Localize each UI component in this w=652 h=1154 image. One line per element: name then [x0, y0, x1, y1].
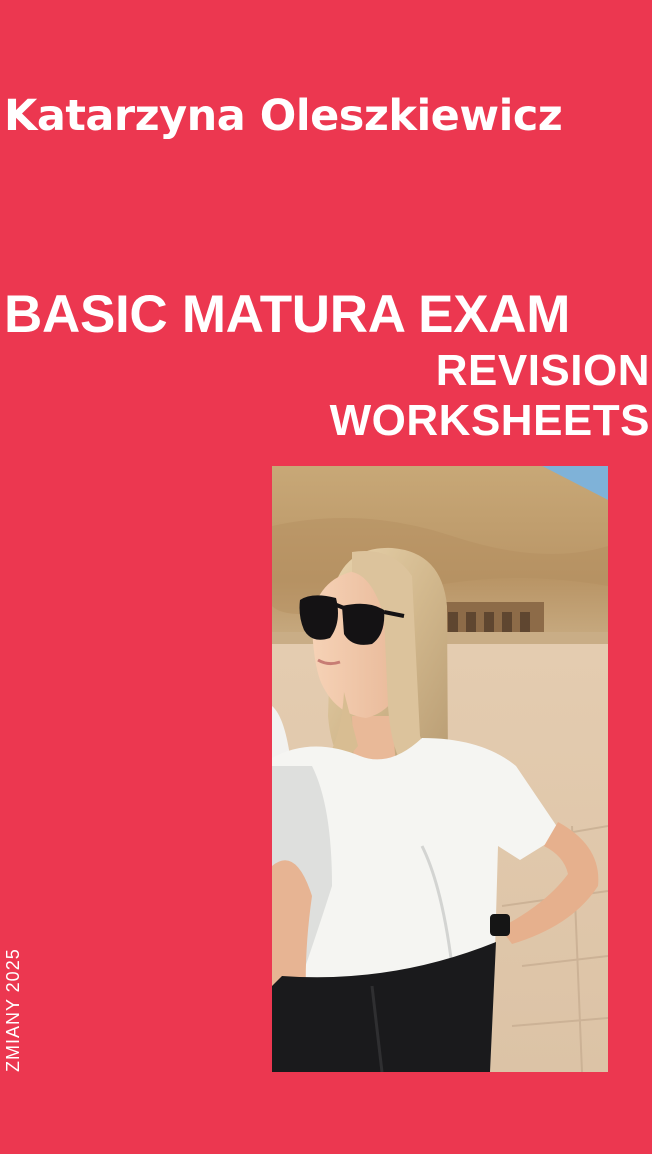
- author-photo: [272, 466, 608, 1072]
- title-line-revision: REVISION: [435, 346, 650, 395]
- author-name: Katarzyna Oleszkiewicz: [4, 91, 563, 141]
- portrait-photo-illustration: [272, 466, 608, 1072]
- book-cover: Katarzyna Oleszkiewicz BASIC MATURA EXAM…: [0, 0, 652, 1154]
- edition-label: ZMIANY 2025: [3, 948, 23, 1072]
- title-line-worksheets: WORKSHEETS: [329, 396, 650, 445]
- book-title-main: BASIC MATURA EXAM: [4, 285, 571, 344]
- book-title-subtitle: REVISION WORKSHEETS: [330, 346, 650, 446]
